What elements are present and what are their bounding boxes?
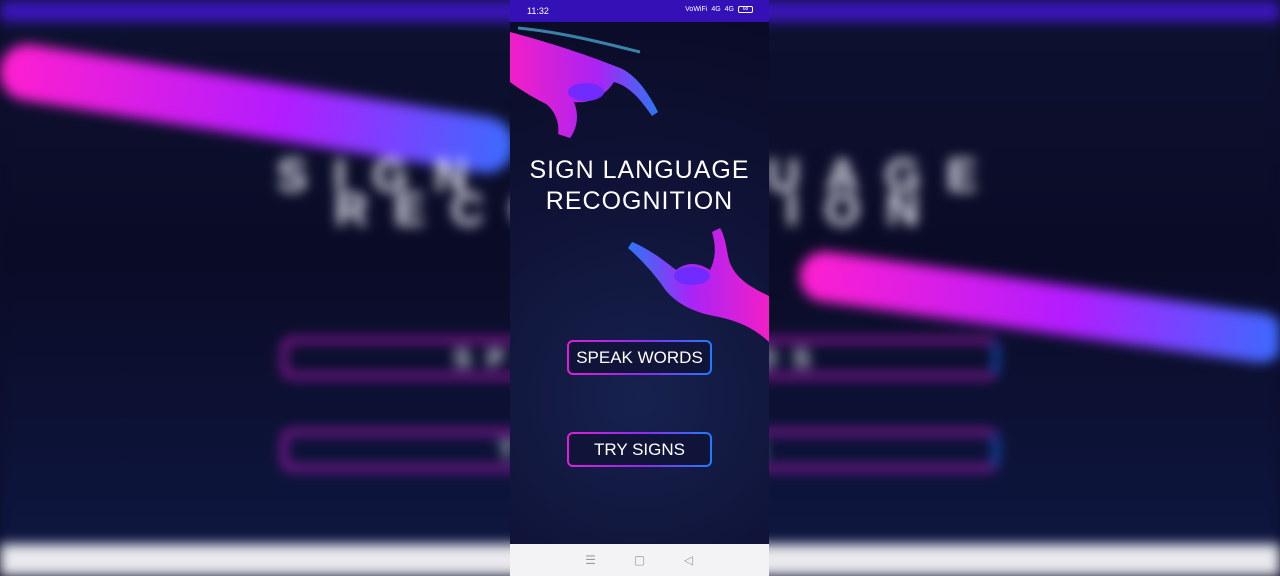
status-icons: VoWiFi 4G 4G 68 <box>685 6 753 13</box>
app-title-line-2: RECOGNITION <box>545 187 734 215</box>
status-time: 11:32 <box>527 6 549 16</box>
app-title-line-1: SIGN LANGUAGE <box>529 156 750 184</box>
signal-icon: 4G <box>724 6 734 13</box>
data-icon: 4G <box>711 6 721 13</box>
back-icon[interactable]: ◁ <box>679 553 699 567</box>
speak-words-button[interactable]: SPEAK WORDS <box>567 340 712 375</box>
hand-top-illustration <box>510 26 658 138</box>
home-icon[interactable]: ▢ <box>630 553 650 567</box>
system-nav-bar: ☰ ▢ ◁ <box>510 544 769 576</box>
battery-icon: 68 <box>738 6 753 13</box>
hand-bottom-illustration <box>628 228 769 342</box>
menu-icon[interactable]: ☰ <box>581 553 601 567</box>
vowifi-icon: VoWiFi <box>685 6 708 13</box>
phone-screen: 11:32 VoWiFi 4G 4G 68 SIGN LANGUAGE RECO… <box>510 0 769 576</box>
try-signs-label: TRY SIGNS <box>569 434 710 465</box>
status-bar: 11:32 VoWiFi 4G 4G 68 <box>510 0 769 22</box>
app-main-screen: SIGN LANGUAGE RECOGNITION SPEAK WORDS TR… <box>510 22 769 544</box>
screen: SIGN LANGUAGE RECOGNITION SPEAK WORDS TR… <box>0 0 1280 576</box>
try-signs-button[interactable]: TRY SIGNS <box>567 432 712 467</box>
speak-words-label: SPEAK WORDS <box>569 342 710 373</box>
